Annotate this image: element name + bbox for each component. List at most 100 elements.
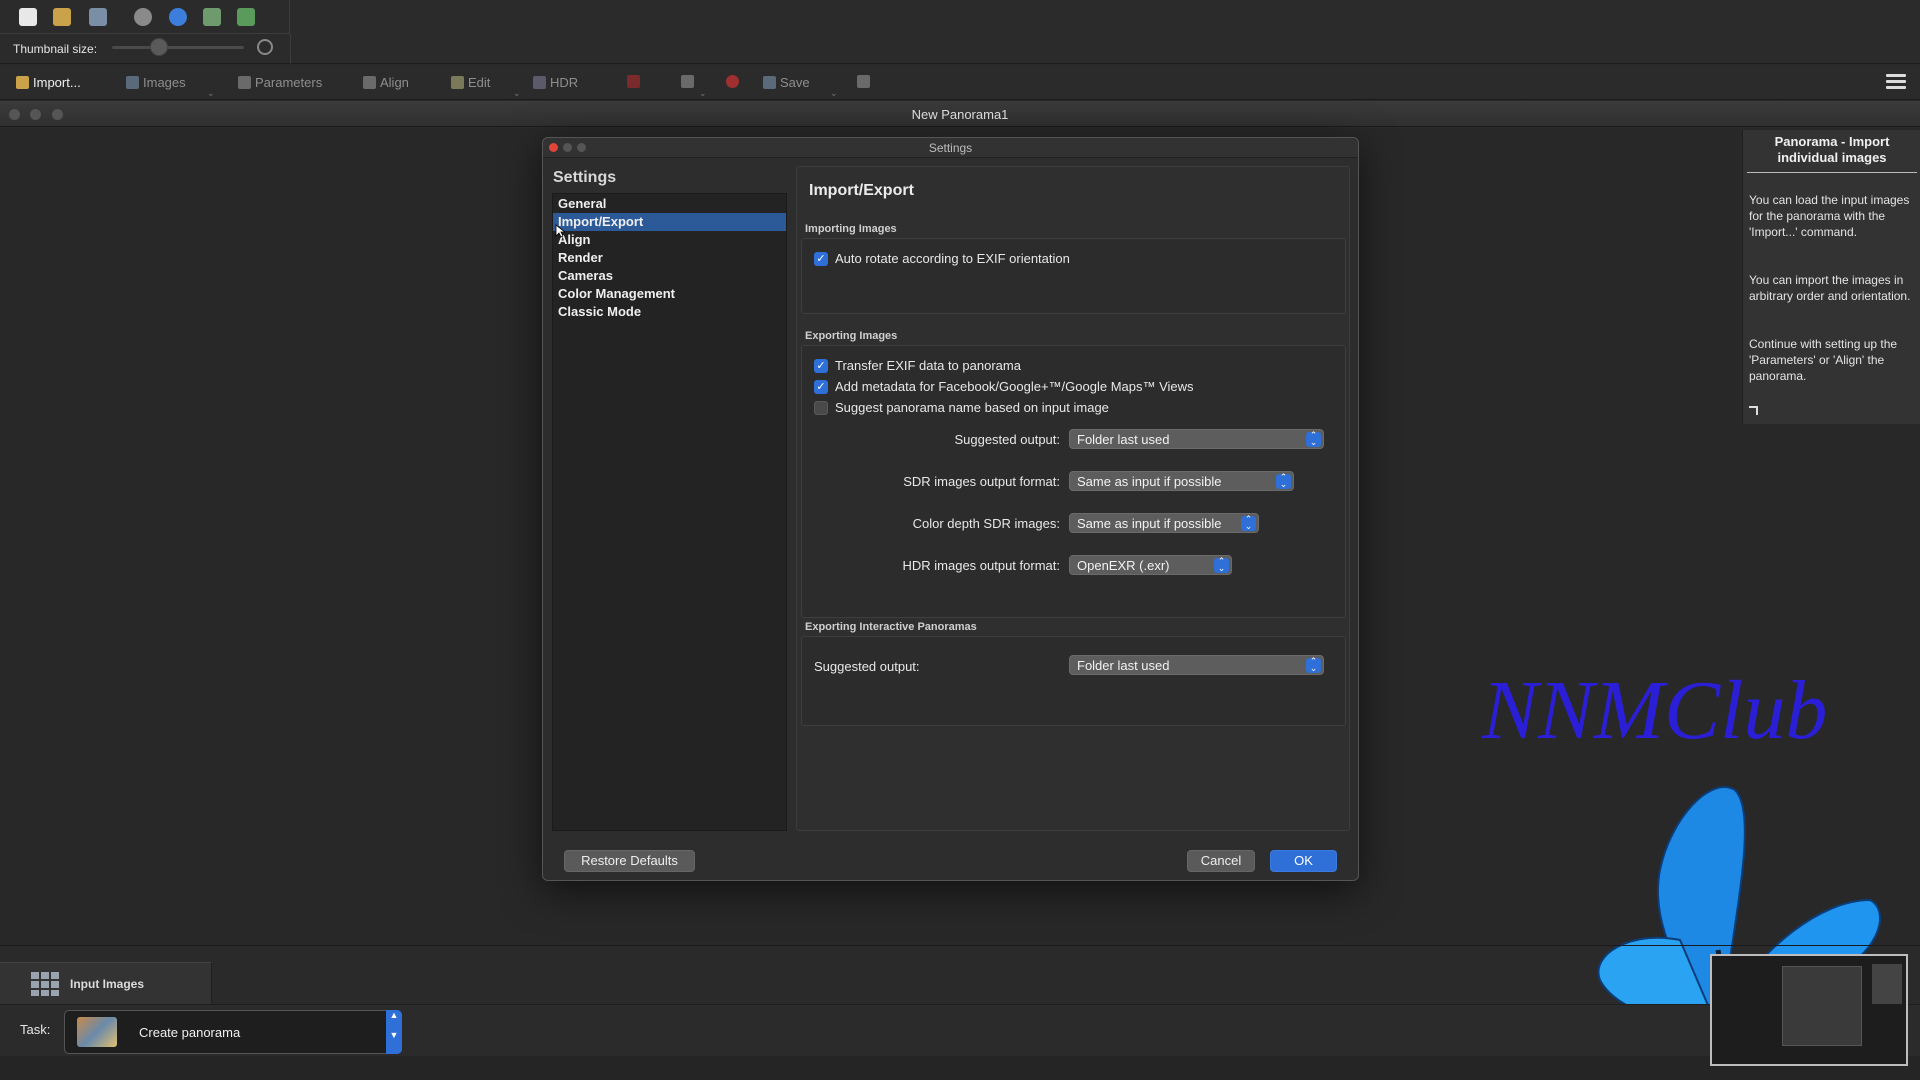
save-label: Save [780, 75, 810, 90]
settings-category-list: General Import/Export Align Render Camer… [552, 193, 787, 831]
target-button[interactable] [726, 75, 739, 88]
align-button[interactable]: Align [363, 75, 409, 90]
add-metadata-label: Add metadata for Facebook/Google+™/Googl… [835, 379, 1194, 394]
chevron-down-icon[interactable]: ⌄ [830, 88, 838, 99]
zoom-dialog-icon [577, 143, 586, 152]
exporting-interactive-group: Suggested output: Folder last used ⌃ ⌄ [801, 636, 1346, 726]
auto-rotate-row[interactable]: ✓ Auto rotate according to EXIF orientat… [814, 251, 1070, 266]
auto-rotate-label: Auto rotate according to EXIF orientatio… [835, 251, 1070, 266]
toolbar-divider [290, 34, 291, 64]
suggested-output-value: Folder last used [1077, 432, 1170, 447]
edit-label: Edit [468, 75, 491, 90]
open-folder-icon[interactable] [53, 8, 71, 26]
hdr-button[interactable]: HDR [533, 75, 578, 90]
share-button[interactable] [857, 75, 870, 88]
transfer-exif-checkbox[interactable]: ✓ [814, 358, 828, 373]
sdr-format-select[interactable]: Same as input if possible ⌃ ⌄ [1069, 471, 1294, 491]
input-images-label: Input Images [70, 977, 145, 991]
category-import-export[interactable]: Import/Export [553, 213, 786, 231]
align-icon [363, 76, 376, 89]
suggest-name-checkbox[interactable] [814, 400, 828, 415]
help-divider [1747, 172, 1917, 173]
chevron-updown-icon: ⌃ ⌄ [1306, 657, 1321, 673]
import-button[interactable]: Import... [16, 75, 81, 90]
resize-corner-icon[interactable] [1749, 406, 1758, 415]
thumbnail-size-slider[interactable] [112, 46, 244, 49]
help-icon[interactable] [169, 8, 187, 26]
category-render[interactable]: Render [553, 249, 786, 267]
exporting-interactive-label: Exporting Interactive Panoramas [805, 621, 977, 633]
add-metadata-checkbox[interactable]: ✓ [814, 379, 828, 394]
preview-help [1872, 964, 1902, 1004]
images-label: Images [143, 75, 186, 90]
category-general[interactable]: General [553, 195, 786, 213]
auto-rotate-checkbox[interactable]: ✓ [814, 251, 828, 266]
save-icon[interactable] [89, 8, 107, 26]
minimize-dialog-icon [563, 143, 572, 152]
settings-content-panel: Import/Export Importing Images ✓ Auto ro… [796, 166, 1350, 831]
info-icon[interactable] [134, 8, 152, 26]
category-align[interactable]: Align [553, 231, 786, 249]
zoom-icon[interactable] [257, 39, 273, 55]
dialog-title: Settings [543, 138, 1358, 158]
suggest-name-row[interactable]: Suggest panorama name based on input ima… [814, 400, 1109, 415]
close-dialog-icon[interactable] [549, 143, 558, 152]
window-title: New Panorama1 [911, 107, 1009, 122]
category-classic-mode[interactable]: Classic Mode [553, 303, 786, 321]
hamburger-menu-icon[interactable] [1886, 74, 1906, 90]
suggested-output-label: Suggested output: [954, 432, 1060, 447]
help-paragraph: You can import the images in arbitrary o… [1749, 273, 1911, 303]
help-paragraph: You can load the input images for the pa… [1749, 193, 1910, 239]
grid-icon [31, 972, 59, 996]
hdr-icon [533, 76, 546, 89]
ok-button[interactable]: OK [1270, 850, 1337, 872]
add-metadata-row[interactable]: ✓ Add metadata for Facebook/Google+™/Goo… [814, 379, 1194, 394]
chevron-down-icon[interactable]: ⌄ [699, 88, 707, 99]
interactive-suggested-output-select[interactable]: Folder last used ⌃ ⌄ [1069, 655, 1324, 675]
hdr-format-label: HDR images output format: [902, 558, 1060, 573]
save-button[interactable]: Save [763, 75, 810, 90]
chevron-updown-icon: ▲ ▼ [386, 1010, 402, 1054]
category-color-management[interactable]: Color Management [553, 285, 786, 303]
parameters-button[interactable]: Parameters [238, 75, 322, 90]
task-select[interactable]: Create panorama ▲ ▼ [64, 1010, 402, 1054]
hdr-label: HDR [550, 75, 579, 90]
bottom-divider [0, 945, 1920, 946]
restore-defaults-button[interactable]: Restore Defaults [564, 850, 695, 872]
thumbnail-size-label: Thumbnail size: [13, 42, 98, 56]
print-button[interactable] [681, 75, 694, 88]
importing-images-label: Importing Images [805, 223, 897, 235]
settings-heading: Settings [553, 169, 617, 186]
parameters-icon [238, 76, 251, 89]
share-icon [857, 75, 870, 88]
thumbnail-slider-knob[interactable] [150, 38, 168, 56]
chevron-down-icon[interactable]: ⌄ [207, 88, 215, 99]
edit-button[interactable]: Edit [451, 75, 490, 90]
suggested-output-select[interactable]: Folder last used ⌃ ⌄ [1069, 429, 1324, 449]
export-icon[interactable] [203, 8, 221, 26]
task-thumbnail-icon [77, 1017, 117, 1047]
chevron-updown-icon: ⌃ ⌄ [1241, 515, 1256, 531]
stitch-icon[interactable] [237, 8, 255, 26]
edit-icon [451, 76, 464, 89]
transfer-exif-row[interactable]: ✓ Transfer EXIF data to panorama [814, 358, 1021, 373]
hdr-format-select[interactable]: OpenEXR (.exr) ⌃ ⌄ [1069, 555, 1232, 575]
new-file-icon[interactable] [19, 8, 37, 26]
images-button[interactable]: Images [126, 75, 186, 90]
help-title: Panorama - Import individual images [1774, 134, 1890, 165]
align-label: Align [380, 75, 409, 90]
cancel-button[interactable]: Cancel [1187, 850, 1255, 872]
images-icon [126, 76, 139, 89]
chevron-updown-icon: ⌃ ⌄ [1306, 431, 1321, 447]
chevron-down-icon[interactable]: ⌄ [513, 88, 521, 99]
color-depth-value: Same as input if possible [1077, 516, 1222, 531]
suggest-name-label: Suggest panorama name based on input ima… [835, 400, 1109, 415]
color-depth-select[interactable]: Same as input if possible ⌃ ⌄ [1069, 513, 1259, 533]
hdr-format-value: OpenEXR (.exr) [1077, 558, 1170, 573]
content-title: Import/Export [809, 182, 914, 199]
stop-button[interactable] [627, 75, 640, 88]
main-toolbar: Import... Images ⌄ Parameters Align Edit… [0, 66, 1920, 100]
input-images-tab[interactable]: Input Images [0, 962, 212, 1004]
window-titlebar: New Panorama1 [0, 101, 1920, 127]
category-cameras[interactable]: Cameras [553, 267, 786, 285]
